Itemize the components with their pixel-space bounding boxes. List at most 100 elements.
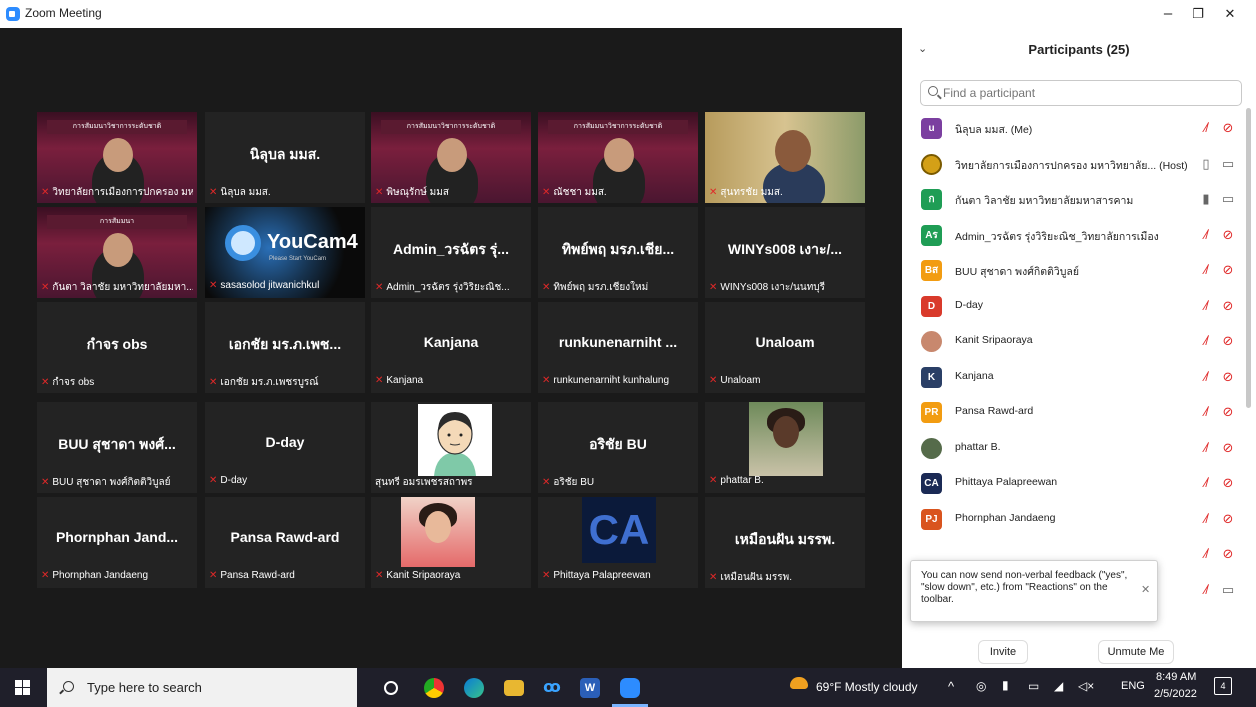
video-tile[interactable]: YouCam4 Please Start YouCam ✕ sasasolod jit… bbox=[205, 207, 365, 298]
video-tile[interactable]: สุนทรี อมรเพชรสถาพร bbox=[371, 402, 531, 493]
participant-row[interactable]: u นิลุบล มมส. (Me) ∕̸ ⊘ bbox=[902, 110, 1246, 146]
tooltip-close-button[interactable]: ✕ bbox=[1141, 583, 1150, 596]
participant-row[interactable]: K Kanjana ∕̸ ⊘ bbox=[902, 359, 1246, 395]
mic-muted-icon[interactable]: ∕̸ bbox=[1198, 403, 1214, 421]
volume-icon[interactable]: ◁× bbox=[1078, 679, 1094, 707]
video-tile[interactable]: นิลุบล มมส. ✕ นิลุบล มมส. bbox=[205, 112, 365, 203]
mic-muted-icon[interactable]: ∕̸ bbox=[1198, 226, 1214, 244]
participant-row[interactable]: PR Pansa Rawd-ard ∕̸ ⊘ bbox=[902, 394, 1246, 430]
video-off-icon[interactable]: ⊘ bbox=[1220, 545, 1236, 563]
video-tile[interactable]: Phornphan Jand... ✕ Phornphan Jandaeng bbox=[37, 497, 197, 588]
participants-scrollbar[interactable] bbox=[1246, 108, 1251, 408]
participant-row[interactable]: CA Phittaya Palapreewan ∕̸ ⊘ bbox=[902, 465, 1246, 501]
mic-muted-icon[interactable]: ∕̸ bbox=[1198, 510, 1214, 528]
video-icon[interactable]: ▭ bbox=[1220, 581, 1236, 599]
meet-now-icon[interactable]: ◎ bbox=[976, 679, 986, 707]
close-button[interactable]: ✕ bbox=[1212, 4, 1248, 24]
video-off-icon[interactable]: ⊘ bbox=[1220, 261, 1236, 279]
participant-display-name: runkunenarniht ... bbox=[558, 334, 678, 350]
network-icon[interactable]: ◢ bbox=[1054, 679, 1063, 707]
video-tile[interactable]: Admin_วรฉัตร รุ่... ✕ Admin_วรฉัตร รุ่งวิร… bbox=[371, 207, 531, 298]
mic-muted-icon[interactable]: ∕̸ bbox=[1198, 581, 1214, 599]
participant-row[interactable]: ก กันตา วิลาชัย มหาวิทยาลัยมหาสารคาม ▮ ▭ bbox=[902, 181, 1246, 217]
invite-button[interactable]: Invite bbox=[978, 640, 1028, 664]
video-tile[interactable]: ✕ สุนทรชัย มมส. bbox=[705, 112, 865, 203]
video-tile[interactable]: Pansa Rawd-ard ✕ Pansa Rawd-ard bbox=[205, 497, 365, 588]
participant-name-text: BUU สุชาดา พงศ์กิตติวิบูลย์ bbox=[52, 477, 171, 488]
language-indicator[interactable]: ENG bbox=[1121, 680, 1145, 707]
participant-row[interactable]: วิทยาลัยการเมืองการปกครอง มหาวิทยาลัย...… bbox=[902, 146, 1246, 182]
video-tile[interactable]: การสัมมนาวิชาการระดับชาติ ✕ ณัชชา มมส. bbox=[538, 112, 698, 203]
video-off-icon[interactable]: ⊘ bbox=[1220, 510, 1236, 528]
mic-muted-icon[interactable]: ∕̸ bbox=[1198, 439, 1214, 457]
participant-display-name: D-day bbox=[265, 434, 305, 450]
video-tile[interactable]: runkunenarniht ... ✕ runkunenarniht kunhal… bbox=[538, 302, 698, 393]
video-off-icon[interactable]: ⊘ bbox=[1220, 119, 1236, 137]
weather-text[interactable]: 69°F Mostly cloudy bbox=[816, 680, 918, 707]
chrome-icon[interactable] bbox=[424, 678, 444, 698]
video-tile[interactable]: BUU สุชาดา พงศ์... ✕ BUU สุชาดา พงศ์กิตติว… bbox=[37, 402, 197, 493]
connect-app-icon[interactable]: ꝏ bbox=[542, 678, 562, 698]
video-icon[interactable]: ▭ bbox=[1220, 190, 1236, 208]
cortana-icon[interactable] bbox=[384, 681, 398, 695]
video-tile[interactable]: Unaloam ✕ Unaloam bbox=[705, 302, 865, 393]
video-tile[interactable]: D-day ✕ D-day bbox=[205, 402, 365, 493]
mic-muted-icon[interactable]: ∕̸ bbox=[1198, 297, 1214, 315]
video-off-icon[interactable]: ⊘ bbox=[1220, 439, 1236, 457]
video-tile[interactable]: กำจร obs ✕ กำจร obs bbox=[37, 302, 197, 393]
mic-muted-icon[interactable]: ∕̸ bbox=[1198, 332, 1214, 350]
word-icon[interactable]: W bbox=[580, 678, 600, 698]
restore-button[interactable]: ❐ bbox=[1180, 4, 1216, 24]
participant-row[interactable]: Aร Admin_วรฉัตร รุ่งวิริยะณิช_วิทยาลัยการ… bbox=[902, 217, 1246, 253]
participant-face bbox=[604, 138, 634, 172]
video-tile[interactable]: CA ✕ Phittaya Palapreewan bbox=[538, 497, 698, 588]
tray-chevron-icon[interactable]: ^ bbox=[948, 679, 954, 707]
mic-muted-icon[interactable]: ∕̸ bbox=[1198, 545, 1214, 563]
mic-muted-icon[interactable]: ∕̸ bbox=[1198, 261, 1214, 279]
video-off-icon[interactable]: ⊘ bbox=[1220, 474, 1236, 492]
video-tile[interactable]: เอกชัย มร.ภ.เพช... ✕ เอกชัย มร.ภ.เพชรบูรณ์ bbox=[205, 302, 365, 393]
video-tile[interactable]: การสัมมนาวิชาการระดับชาติ ✕ วิทยาลัยการเมื… bbox=[37, 112, 197, 203]
participant-display-name: Kanjana bbox=[423, 334, 479, 350]
file-explorer-icon[interactable] bbox=[504, 680, 524, 696]
battery-icon[interactable]: ▭ bbox=[1028, 679, 1039, 707]
video-off-icon[interactable]: ⊘ bbox=[1220, 368, 1236, 386]
mic-icon[interactable]: ▯ bbox=[1198, 155, 1214, 173]
mic-muted-icon[interactable]: ∕̸ bbox=[1198, 474, 1214, 492]
video-tile[interactable]: การสัมมนาวิชาการระดับชาติ ✕ พิษณุรักษ์ มมส bbox=[371, 112, 531, 203]
video-tile[interactable]: เหมือนฝัน มรรพ. ✕ เหมือนฝัน มรรพ. bbox=[705, 497, 865, 588]
video-off-icon[interactable]: ⊘ bbox=[1220, 403, 1236, 421]
windows-start-icon[interactable] bbox=[15, 680, 30, 695]
participant-row[interactable]: phattar B. ∕̸ ⊘ bbox=[902, 430, 1246, 466]
zoom-taskbar-icon[interactable] bbox=[620, 678, 640, 698]
participant-search-input[interactable] bbox=[943, 84, 1233, 102]
participant-row[interactable]: D D-day ∕̸ ⊘ bbox=[902, 288, 1246, 324]
video-icon[interactable]: ▭ bbox=[1220, 155, 1236, 173]
mic-icon[interactable]: ▮ bbox=[1198, 190, 1214, 208]
mic-muted-icon[interactable]: ∕̸ bbox=[1198, 119, 1214, 137]
notification-icon[interactable]: 4 bbox=[1214, 677, 1232, 695]
video-off-icon[interactable]: ⊘ bbox=[1220, 226, 1236, 244]
participant-name: นิลุบล มมส. (Me) bbox=[955, 124, 1033, 136]
video-tile[interactable]: ✕ phattar B. bbox=[705, 402, 865, 493]
video-off-icon[interactable]: ⊘ bbox=[1220, 297, 1236, 315]
participant-avatar bbox=[921, 153, 942, 175]
video-tile[interactable]: ✕ Kanit Sripaoraya bbox=[371, 497, 531, 588]
video-tile[interactable]: Kanjana ✕ Kanjana bbox=[371, 302, 531, 393]
participant-search[interactable] bbox=[920, 80, 1242, 106]
microphone-tray-icon[interactable]: ▮ bbox=[1002, 678, 1009, 707]
participant-row[interactable]: Bส BUU สุชาดา พงศ์กิตติวิบูลย์ ∕̸ ⊘ bbox=[902, 252, 1246, 288]
mic-muted-icon[interactable]: ∕̸ bbox=[1198, 368, 1214, 386]
video-tile[interactable]: อริชัย BU ✕ อริชัย BU bbox=[538, 402, 698, 493]
participant-row[interactable]: PJ Phornphan Jandaeng ∕̸ ⊘ bbox=[902, 501, 1246, 537]
unmute-me-button[interactable]: Unmute Me bbox=[1098, 640, 1174, 664]
muted-mic-icon: ✕ bbox=[542, 570, 551, 581]
video-tile[interactable]: การสัมมนา ✕ กันตา วิลาชัย มหาวิทยาลัยมหา..… bbox=[37, 207, 197, 298]
edge-icon[interactable] bbox=[464, 678, 484, 698]
video-tile[interactable]: WINYs008 เงาะ/... ✕ WINYs008 เงาะ/นนทบุรี bbox=[705, 207, 865, 298]
participant-row[interactable]: Kanit Sripaoraya ∕̸ ⊘ bbox=[902, 323, 1246, 359]
video-tile[interactable]: ทิพย์พฤ มรภ.เชีย... ✕ ทิพย์พฤ มรภ.เชียงใหม… bbox=[538, 207, 698, 298]
video-off-icon[interactable]: ⊘ bbox=[1220, 332, 1236, 350]
clock-date[interactable]: 2/5/2022 bbox=[1154, 688, 1197, 707]
taskbar-search-box[interactable]: Type here to search bbox=[47, 668, 357, 707]
